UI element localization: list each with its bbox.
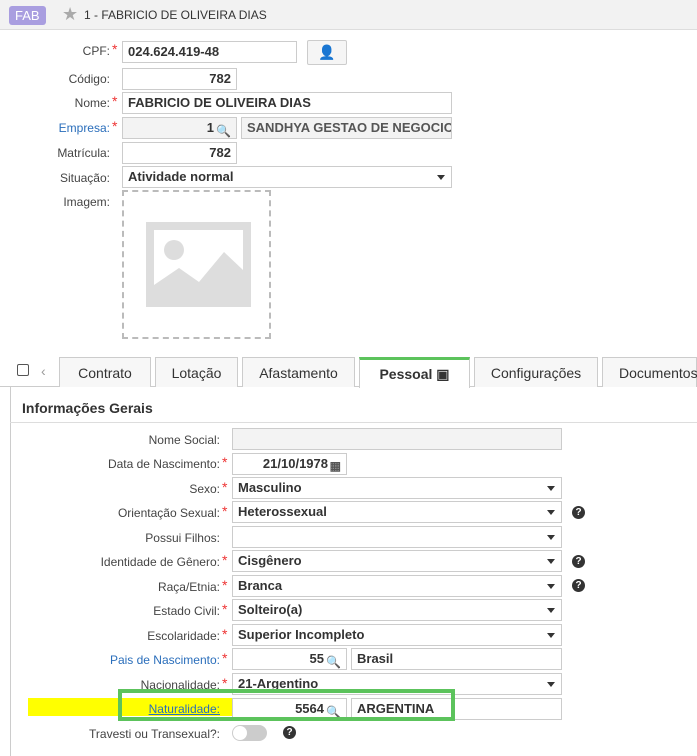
nome-social-label: Nome Social: (148, 433, 220, 447)
required-mark: * (112, 41, 118, 57)
identidade-value: Cisgênero (238, 553, 302, 568)
tab-pessoal-label: Pessoal (379, 366, 433, 382)
empresa-name-input: SANDHYA GESTAO DE NEGOCIC (241, 117, 452, 139)
help-icon[interactable]: ? (572, 555, 585, 568)
nome-label: Nome: (74, 96, 110, 110)
tab-lotacao[interactable]: Lotação (155, 357, 238, 387)
required-mark: * (222, 626, 228, 642)
expand-icon[interactable]: ▣ (436, 366, 449, 382)
escolaridade-value: Superior Incompleto (238, 627, 365, 642)
section-title: Informações Gerais (22, 400, 153, 416)
image-upload[interactable] (122, 190, 271, 339)
sexo-label: Sexo: (189, 482, 220, 496)
possui-filhos-select[interactable] (232, 526, 562, 548)
data-nascimento-label: Data de Nascimento: (107, 457, 220, 471)
chevron-down-icon (547, 510, 555, 515)
chevron-down-icon (547, 633, 555, 638)
tab-pessoal[interactable]: Pessoal ▣ (359, 357, 470, 388)
codigo-label: Código: (68, 72, 110, 86)
window-title: 1 - FABRICIO DE OLIVEIRA DIAS (84, 8, 267, 22)
raca-label: Raça/Etnia: (157, 580, 220, 594)
empresa-code: 1 (206, 120, 214, 135)
user-lookup-button[interactable]: 👤 (307, 40, 347, 65)
situacao-label: Situação: (59, 171, 110, 185)
data-nascimento-input[interactable]: 21/10/1978 ▦ (232, 453, 347, 475)
help-icon[interactable]: ? (572, 579, 585, 592)
raca-value: Branca (238, 578, 283, 593)
travesti-label: Travesti ou Transexual?: (89, 727, 220, 741)
estado-civil-select[interactable]: Solteiro(a) (232, 599, 562, 621)
pais-name-input: Brasil (351, 648, 562, 670)
pais-label[interactable]: Pais de Nascimento: (20, 653, 220, 667)
required-mark: * (222, 601, 228, 617)
required-mark: * (112, 93, 118, 109)
pais-code: 55 (309, 651, 324, 666)
chevron-down-icon (547, 486, 555, 491)
situacao-value: Atividade normal (128, 169, 234, 184)
tab-bar: Contrato Lotação Afastamento Pessoal ▣ C… (0, 355, 697, 388)
identidade-select[interactable]: Cisgênero (232, 550, 562, 572)
data-nascimento-value: 21/10/1978 (262, 456, 328, 471)
star-icon[interactable]: ★ (62, 5, 78, 23)
search-icon[interactable]: 🔍 (216, 121, 231, 138)
situacao-select[interactable]: Atividade normal (122, 166, 452, 188)
matricula-input[interactable]: 782 (122, 142, 237, 164)
nome-input[interactable]: FABRICIO DE OLIVEIRA DIAS (122, 92, 452, 114)
image-placeholder-icon (146, 222, 251, 307)
required-mark: * (222, 577, 228, 593)
cpf-label: CPF: (82, 44, 110, 58)
search-icon[interactable]: 🔍 (326, 652, 341, 669)
orientacao-value: Heterossexual (238, 504, 327, 519)
estado-civil-value: Solteiro(a) (238, 602, 303, 617)
title-bar: FAB ★ 1 - FABRICIO DE OLIVEIRA DIAS (0, 0, 697, 30)
user-icon: 👤 (318, 44, 336, 60)
chevron-down-icon (547, 535, 555, 540)
codigo-input[interactable]: 782 (122, 68, 237, 90)
orientacao-label: Orientação Sexual: (117, 506, 220, 520)
chevron-down-icon (547, 584, 555, 589)
help-icon[interactable]: ? (283, 726, 296, 739)
help-icon[interactable]: ? (572, 506, 585, 519)
green-highlight-frame (118, 689, 455, 721)
entity-badge: FAB (9, 6, 46, 25)
required-mark: * (222, 479, 228, 495)
required-mark: * (112, 118, 118, 134)
required-mark: * (222, 650, 228, 666)
chevron-down-icon (437, 175, 445, 180)
possui-filhos-label: Possui Filhos: (145, 531, 220, 545)
matricula-label: Matrícula: (57, 146, 110, 160)
travesti-toggle[interactable] (232, 725, 267, 741)
nome-social-input[interactable] (232, 428, 562, 450)
escolaridade-select[interactable]: Superior Incompleto (232, 624, 562, 646)
chevron-down-icon (547, 682, 555, 687)
cpf-input[interactable]: 024.624.419-48 (122, 41, 297, 63)
chevron-down-icon (547, 608, 555, 613)
empresa-code-input[interactable]: 1 🔍 (122, 117, 237, 139)
required-mark: * (222, 503, 228, 519)
imagem-label: Imagem: (63, 195, 110, 209)
tab-contrato[interactable]: Contrato (59, 357, 151, 387)
calendar-icon[interactable]: ▦ (330, 456, 341, 474)
tab-afastamento[interactable]: Afastamento (242, 357, 355, 387)
raca-select[interactable]: Branca (232, 575, 562, 597)
identidade-label: Identidade de Gênero: (100, 555, 220, 569)
estado-civil-label: Estado Civil: (153, 604, 220, 618)
required-mark: * (222, 552, 228, 568)
orientacao-select[interactable]: Heterossexual (232, 501, 562, 523)
pais-code-input[interactable]: 55 🔍 (232, 648, 347, 670)
escolaridade-label: Escolaridade: (147, 629, 220, 643)
empresa-label[interactable]: Empresa: (40, 121, 110, 135)
chevron-down-icon (547, 559, 555, 564)
divider (10, 422, 697, 423)
required-mark: * (222, 454, 228, 470)
toggle-knob (233, 726, 247, 740)
tab-documentos[interactable]: Documentos (602, 357, 697, 387)
tab-configuracoes[interactable]: Configurações (474, 357, 598, 387)
sexo-value: Masculino (238, 480, 302, 495)
sexo-select[interactable]: Masculino (232, 477, 562, 499)
